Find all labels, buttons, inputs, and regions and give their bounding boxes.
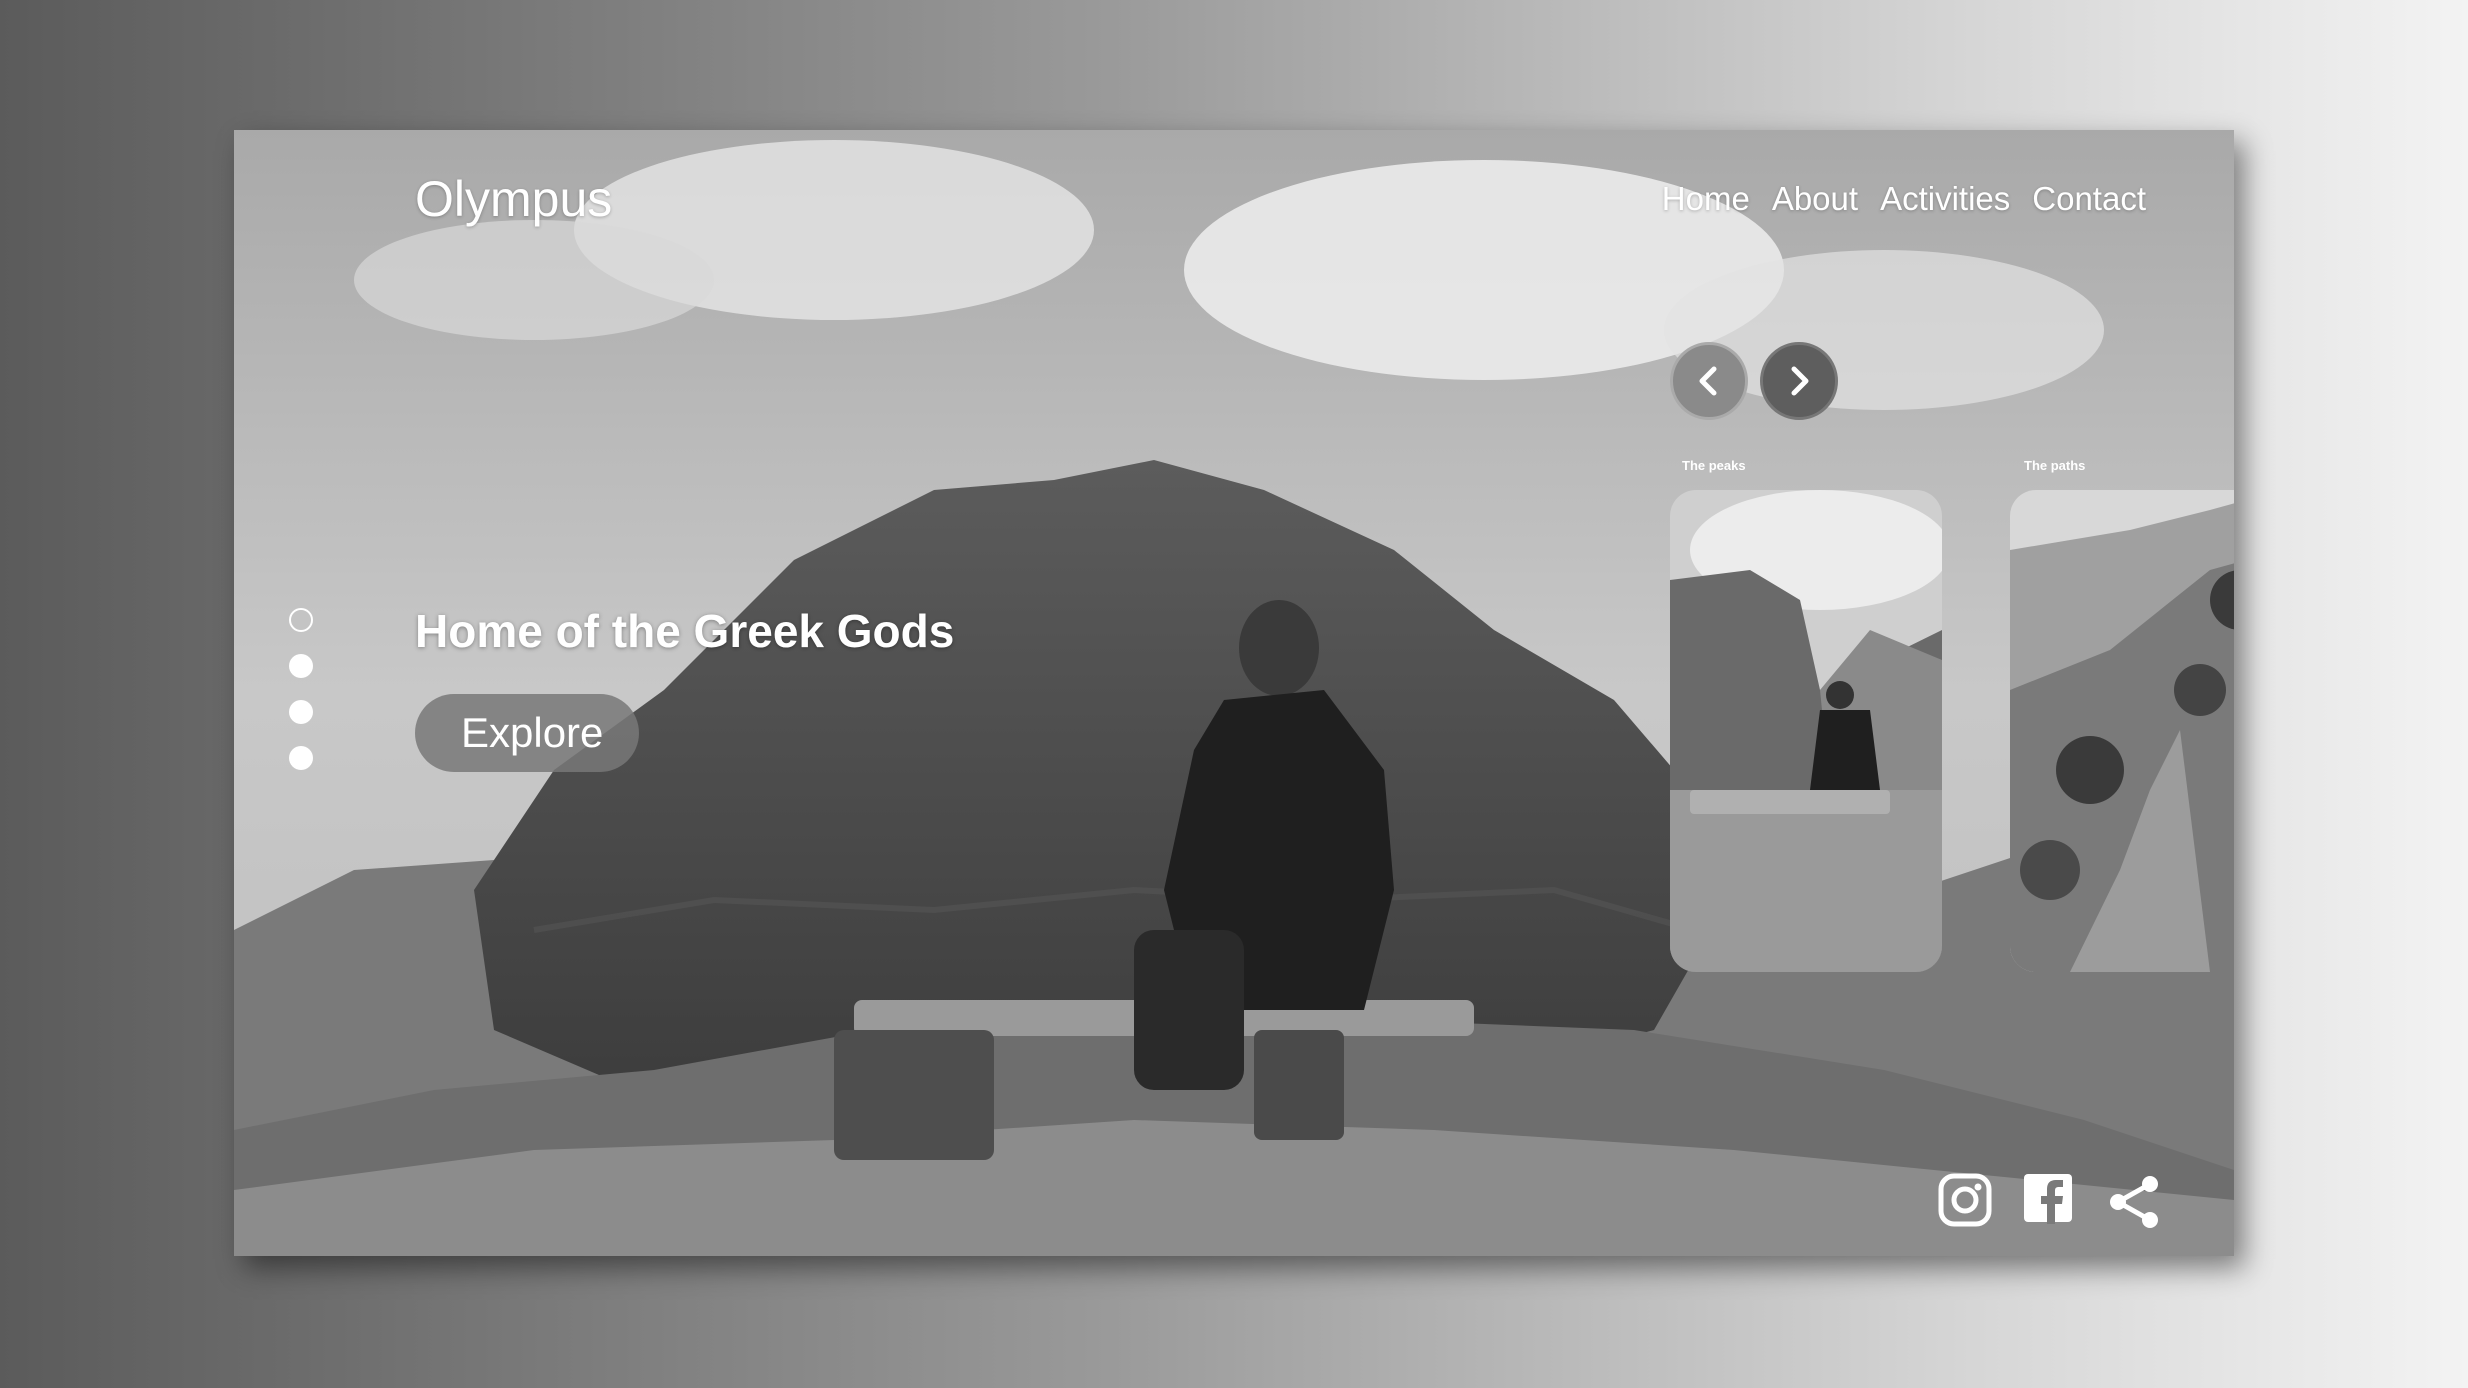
slide-dot-2[interactable] — [289, 654, 313, 678]
slide-dot-1[interactable] — [289, 608, 313, 632]
chevron-right-icon — [1791, 366, 1809, 396]
carousel-prev-button[interactable] — [1670, 342, 1748, 420]
brand-logo[interactable]: Olympus — [415, 170, 612, 228]
nav-item-contact[interactable]: Contact — [2032, 180, 2146, 218]
explore-button[interactable]: Explore — [415, 694, 639, 772]
facebook-icon[interactable] — [2022, 1172, 2074, 1229]
slide-dot-3[interactable] — [289, 700, 313, 724]
card-peaks[interactable] — [1670, 490, 1942, 972]
card-label-peaks: The peaks — [1682, 458, 1746, 473]
card-peaks-image — [1670, 490, 1942, 972]
instagram-icon[interactable] — [1937, 1172, 1993, 1233]
card-label-paths: The paths — [2024, 458, 2086, 473]
nav-item-home[interactable]: Home — [1662, 180, 1750, 218]
hero-headline: Home of the Greek Gods — [415, 605, 955, 657]
hero-section: Olympus Home About Activities Contact Ho… — [234, 130, 2234, 1256]
card-paths[interactable] — [2010, 490, 2234, 972]
share-icon[interactable] — [2104, 1172, 2164, 1237]
card-paths-image — [2010, 490, 2234, 972]
nav-item-about[interactable]: About — [1772, 180, 1858, 218]
slide-indicator — [289, 608, 313, 792]
chevron-left-icon — [1699, 366, 1717, 396]
carousel-next-button[interactable] — [1760, 342, 1838, 420]
nav-item-activities[interactable]: Activities — [1880, 180, 2010, 218]
top-nav: Home About Activities Contact — [1662, 180, 2146, 218]
slide-dot-4[interactable] — [289, 746, 313, 770]
